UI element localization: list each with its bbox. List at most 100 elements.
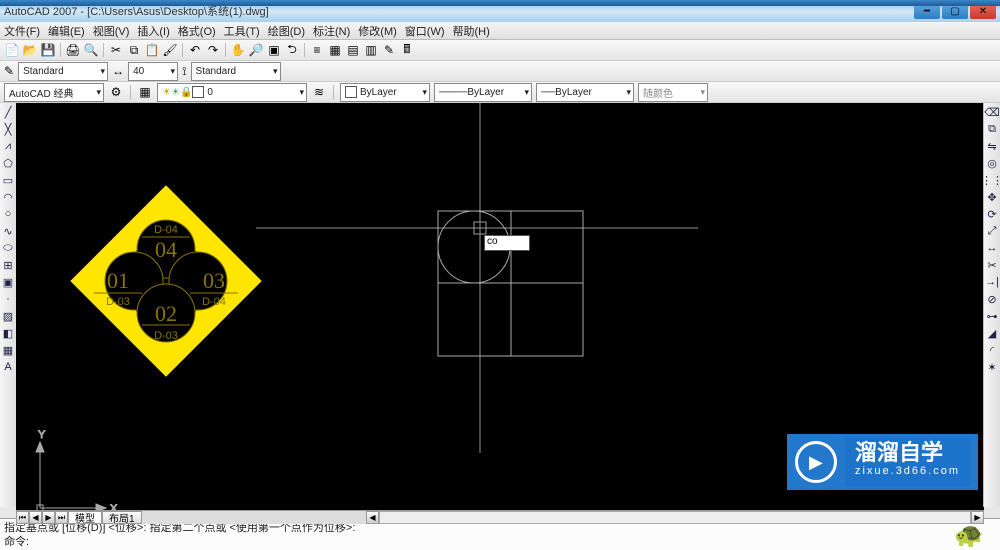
tool-palette-icon[interactable]: ▤	[345, 42, 361, 58]
color-select[interactable]: ByLayer	[340, 83, 430, 102]
sheet-icon[interactable]: ▥	[363, 42, 379, 58]
cut-icon[interactable]: ✂	[108, 42, 124, 58]
command-prompt: 命令:	[4, 535, 996, 549]
menu-window[interactable]: 窗口(W)	[405, 23, 445, 39]
tab-prev-icon[interactable]: ◀	[29, 511, 42, 524]
copy-icon[interactable]: ⧉	[126, 42, 142, 58]
zoom-prev-icon[interactable]: ⮌	[284, 42, 300, 58]
tab-first-icon[interactable]: ⏮	[16, 511, 29, 524]
save-icon[interactable]: 💾	[40, 42, 56, 58]
mtext-icon[interactable]: A	[1, 360, 15, 374]
circle-top-num: 04	[155, 237, 177, 262]
dynamic-input[interactable]: co	[484, 235, 530, 251]
menu-dimension[interactable]: 标注(N)	[313, 23, 350, 39]
workspace-select[interactable]: AutoCAD 经典	[4, 83, 104, 102]
linetype-select[interactable]: ──── ByLayer	[434, 83, 532, 102]
chamfer-icon[interactable]: ◢	[985, 326, 999, 340]
polyline-icon[interactable]: ⩘	[1, 139, 15, 153]
new-icon[interactable]: 📄	[4, 42, 20, 58]
plotstyle-select[interactable]: 随颜色	[638, 83, 708, 102]
tab-next-icon[interactable]: ▶	[42, 511, 55, 524]
layer-manager-icon[interactable]: ≋	[311, 84, 327, 100]
menu-help[interactable]: 帮助(H)	[453, 23, 490, 39]
table-draw-icon[interactable]: ▦	[1, 343, 15, 357]
spline-icon[interactable]: ∿	[1, 224, 15, 238]
erase-icon[interactable]: ⌫	[985, 105, 999, 119]
label-dr: D-04	[202, 296, 226, 308]
block-icon[interactable]: ▣	[1, 275, 15, 289]
stretch-icon[interactable]: ↔	[985, 241, 999, 255]
break-icon[interactable]: ⊘	[985, 292, 999, 306]
insert-icon[interactable]: ⊞	[1, 258, 15, 272]
menu-edit[interactable]: 编辑(E)	[48, 23, 85, 39]
line-icon[interactable]: ╱	[1, 105, 15, 119]
zoom-window-icon[interactable]: ▣	[266, 42, 282, 58]
standard-toolbar: 📄 📂 💾 🖨 🔍 ✂ ⧉ 📋 🖌 ↶ ↷ ✋ 🔎 ▣ ⮌ ≡ ▦ ▤ ▥ ✎ …	[0, 40, 1000, 61]
redo-icon[interactable]: ↷	[205, 42, 221, 58]
tab-last-icon[interactable]: ⏭	[55, 511, 68, 524]
menu-modify[interactable]: 修改(M)	[358, 23, 397, 39]
undo-icon[interactable]: ↶	[187, 42, 203, 58]
cline-icon[interactable]: ╳	[1, 122, 15, 136]
arc-icon[interactable]: ◠	[1, 190, 15, 204]
circle-icon[interactable]: ○	[1, 207, 15, 221]
calc-icon[interactable]: 🖩	[399, 42, 415, 58]
layer-toolbar: AutoCAD 经典 ⚙ ▦ ☀☀🔒 0 ≋ ByLayer ──── ByLa…	[0, 82, 1000, 103]
watermark-url: zixue.3d66.com	[855, 462, 960, 480]
label-db: D-03	[154, 330, 178, 342]
scroll-left-icon[interactable]: ◀	[366, 511, 379, 524]
text-style-select[interactable]: Standard	[18, 62, 108, 81]
menu-tools[interactable]: 工具(T)	[224, 23, 260, 39]
polygon-icon[interactable]: ⬠	[1, 156, 15, 170]
open-icon[interactable]: 📂	[22, 42, 38, 58]
ellipse-icon[interactable]: ⬭	[1, 241, 15, 255]
drawing-canvas[interactable]: 04 01 03 02 D-04 D-03 D-04 D-03 Y X	[16, 103, 984, 524]
workspace-gear-icon[interactable]: ⚙	[108, 84, 124, 100]
tab-layout1[interactable]: 布局1	[102, 511, 142, 524]
print-icon[interactable]: 🖨	[65, 42, 81, 58]
tab-model[interactable]: 模型	[68, 511, 102, 524]
layer-props-icon[interactable]: ▦	[137, 84, 153, 100]
circle-left-num: 01	[107, 268, 129, 293]
scale-icon[interactable]: ⤢	[985, 224, 999, 238]
region-icon[interactable]: ◧	[1, 326, 15, 340]
pan-icon[interactable]: ✋	[230, 42, 246, 58]
copy2-icon[interactable]: ⧉	[985, 122, 999, 136]
menu-draw[interactable]: 绘图(D)	[268, 23, 305, 39]
menu-format[interactable]: 格式(O)	[178, 23, 216, 39]
extend-icon[interactable]: →|	[985, 275, 999, 289]
dim-scale-select[interactable]: 40	[128, 62, 178, 81]
explode-icon[interactable]: ✶	[985, 360, 999, 374]
dim-style-select[interactable]: Standard	[191, 62, 281, 81]
hatch-icon[interactable]: ▨	[1, 309, 15, 323]
bottom-tab-bar: ⏮ ◀ ▶ ⏭ 模型 布局1 ◀ ▶	[16, 510, 984, 524]
menu-file[interactable]: 文件(F)	[4, 23, 40, 39]
array-icon[interactable]: ⋮⋮	[985, 173, 999, 187]
circle-bottom-num: 02	[155, 301, 177, 326]
offset-icon[interactable]: ◎	[985, 156, 999, 170]
menu-view[interactable]: 视图(V)	[93, 23, 130, 39]
mirror-icon[interactable]: ⇋	[985, 139, 999, 153]
move-icon[interactable]: ✥	[985, 190, 999, 204]
dimstyle-icon: ⟟	[182, 64, 186, 79]
zoom-icon[interactable]: 🔎	[248, 42, 264, 58]
play-icon: ▶	[795, 441, 837, 483]
trim-icon[interactable]: ✂	[985, 258, 999, 272]
menu-bar: 文件(F) 编辑(E) 视图(V) 插入(I) 格式(O) 工具(T) 绘图(D…	[0, 22, 1000, 40]
point-icon[interactable]: ·	[1, 292, 15, 306]
watermark: ▶ 溜溜自学 zixue.3d66.com	[787, 434, 978, 490]
properties-icon[interactable]: ≡	[309, 42, 325, 58]
watermark-title: 溜溜自学	[855, 444, 960, 462]
markup-icon[interactable]: ✎	[381, 42, 397, 58]
design-center-icon[interactable]: ▦	[327, 42, 343, 58]
paste-icon[interactable]: 📋	[144, 42, 160, 58]
rotate-icon[interactable]: ⟳	[985, 207, 999, 221]
rect-icon[interactable]: ▭	[1, 173, 15, 187]
match-icon[interactable]: 🖌	[162, 42, 178, 58]
layer-select[interactable]: ☀☀🔒 0	[157, 83, 307, 102]
fillet-icon[interactable]: ◜	[985, 343, 999, 357]
menu-insert[interactable]: 插入(I)	[137, 23, 169, 39]
join-icon[interactable]: ⊶	[985, 309, 999, 323]
preview-icon[interactable]: 🔍	[83, 42, 99, 58]
lineweight-select[interactable]: ── ByLayer	[536, 83, 634, 102]
